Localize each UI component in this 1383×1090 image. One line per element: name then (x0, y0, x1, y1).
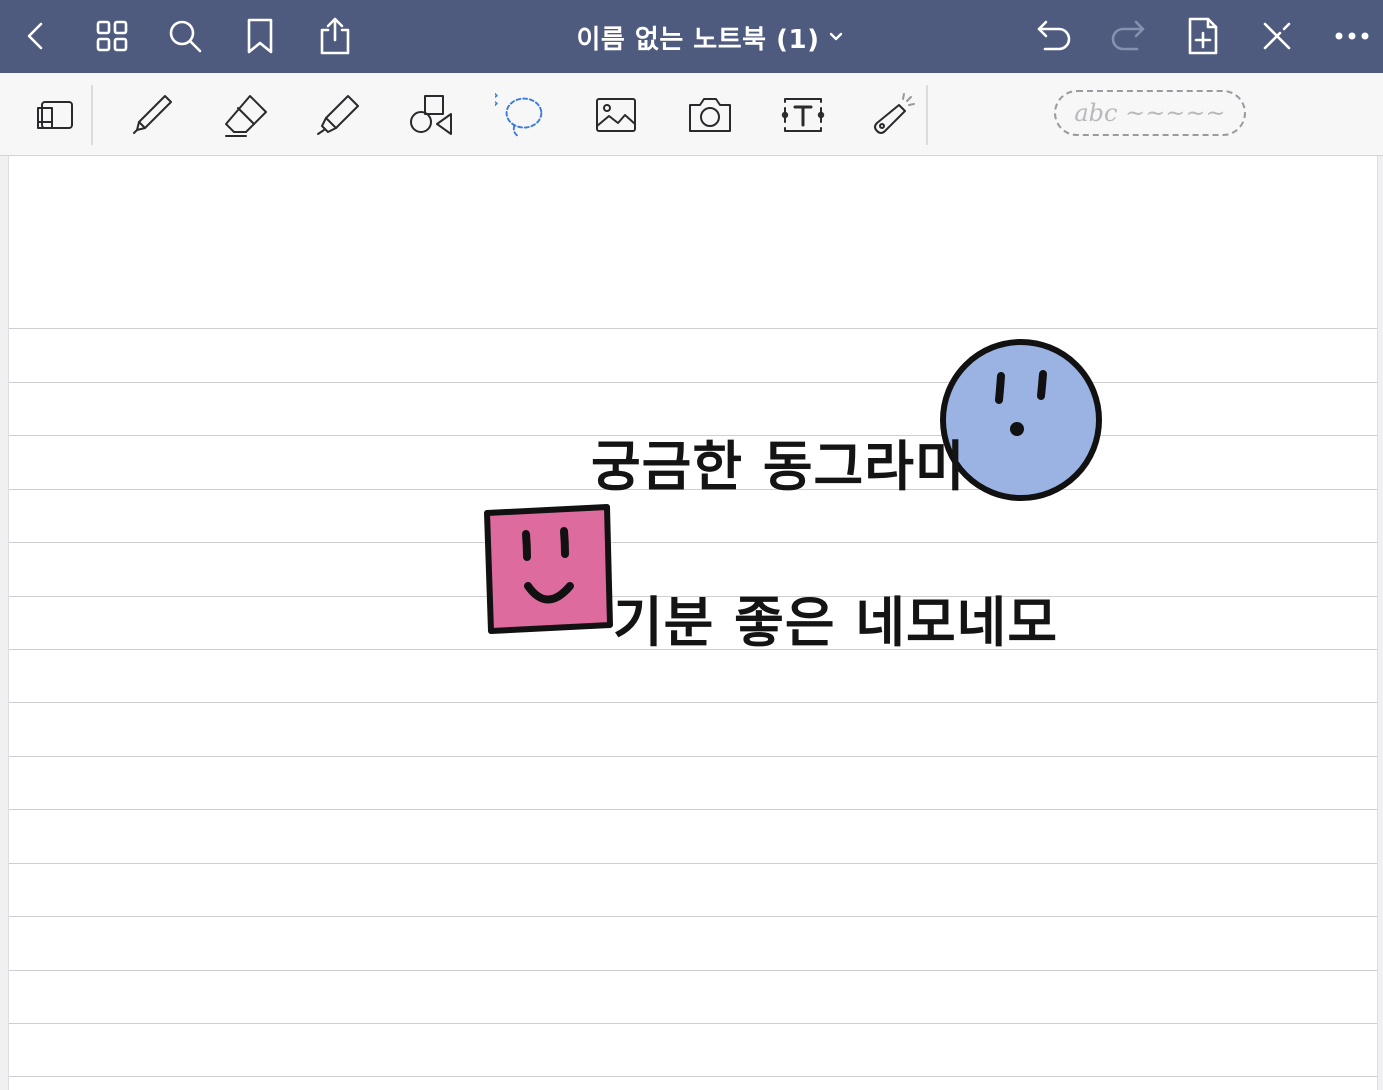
shapes-icon (410, 95, 452, 135)
text-box-icon (781, 98, 825, 132)
square-caption[interactable]: 기분 좋은 네모네모 (613, 578, 1058, 657)
lasso-icon (495, 92, 543, 138)
ruled-line (9, 1076, 1377, 1077)
top-nav-bar: 이름 없는 노트북 (1) (0, 0, 1383, 73)
redo-icon (1111, 20, 1145, 51)
add-page-button[interactable] (1181, 14, 1225, 58)
grid-icon (96, 20, 128, 52)
text-tool[interactable] (775, 87, 831, 143)
ruled-line (9, 382, 1377, 383)
close-pen-mode-button[interactable] (1255, 14, 1299, 58)
undo-button[interactable] (1032, 14, 1076, 58)
highlighter-tool[interactable] (310, 87, 366, 143)
share-button[interactable] (313, 14, 357, 58)
camera-icon (689, 98, 731, 132)
notebook-title: 이름 없는 노트북 (1) (576, 24, 820, 55)
image-icon (596, 98, 636, 132)
laser-pointer-tool[interactable] (865, 87, 921, 143)
camera-tool[interactable] (682, 87, 738, 143)
undo-icon (1037, 20, 1071, 51)
redo-button[interactable] (1106, 14, 1150, 58)
ruled-line (9, 1023, 1377, 1024)
close-pen-icon (1263, 22, 1291, 50)
search-icon (169, 20, 202, 53)
ruled-line (9, 756, 1377, 757)
eraser-tool[interactable] (217, 87, 273, 143)
laser-pointer-icon (874, 93, 915, 134)
ruled-line (9, 970, 1377, 971)
more-icon (1335, 32, 1369, 40)
pen-tool[interactable] (124, 87, 180, 143)
happy-square-sticker[interactable] (479, 501, 619, 639)
highlighter-icon (317, 95, 359, 135)
image-tool[interactable] (588, 87, 644, 143)
eraser-icon (225, 95, 267, 137)
ruled-line (9, 863, 1377, 864)
search-button[interactable] (163, 14, 207, 58)
page-view-button[interactable] (27, 87, 83, 143)
page-view-icon (37, 101, 73, 129)
lasso-tool[interactable] (495, 87, 551, 143)
ruled-line (9, 542, 1377, 543)
bookmark-button[interactable] (238, 14, 282, 58)
chevron-down-icon (830, 32, 843, 41)
back-button[interactable] (14, 14, 58, 58)
notebook-title-button[interactable]: 이름 없는 노트북 (1) (540, 18, 880, 56)
ruled-line (9, 702, 1377, 703)
handwriting-conversion-field[interactable]: abc ~~~~~ (1054, 90, 1246, 136)
shapes-tool[interactable] (403, 87, 459, 143)
back-icon (27, 22, 43, 50)
thumbnails-button[interactable] (90, 14, 134, 58)
toolbar-divider (926, 85, 928, 145)
share-icon (320, 17, 350, 55)
notebook-page[interactable]: 궁금한 동그라미 기분 좋은 네모네모 (9, 156, 1377, 1090)
handwriting-hint: abc ~~~~~ (1074, 99, 1226, 127)
add-page-icon (1188, 17, 1218, 55)
circle-caption[interactable]: 궁금한 동그라미 (591, 422, 966, 501)
pen-icon (133, 95, 172, 134)
ruled-line (9, 809, 1377, 810)
more-button[interactable] (1330, 14, 1374, 58)
ruled-line (9, 916, 1377, 917)
ruled-line (9, 328, 1377, 329)
bookmark-icon (247, 18, 273, 54)
toolbar-divider (91, 85, 93, 145)
